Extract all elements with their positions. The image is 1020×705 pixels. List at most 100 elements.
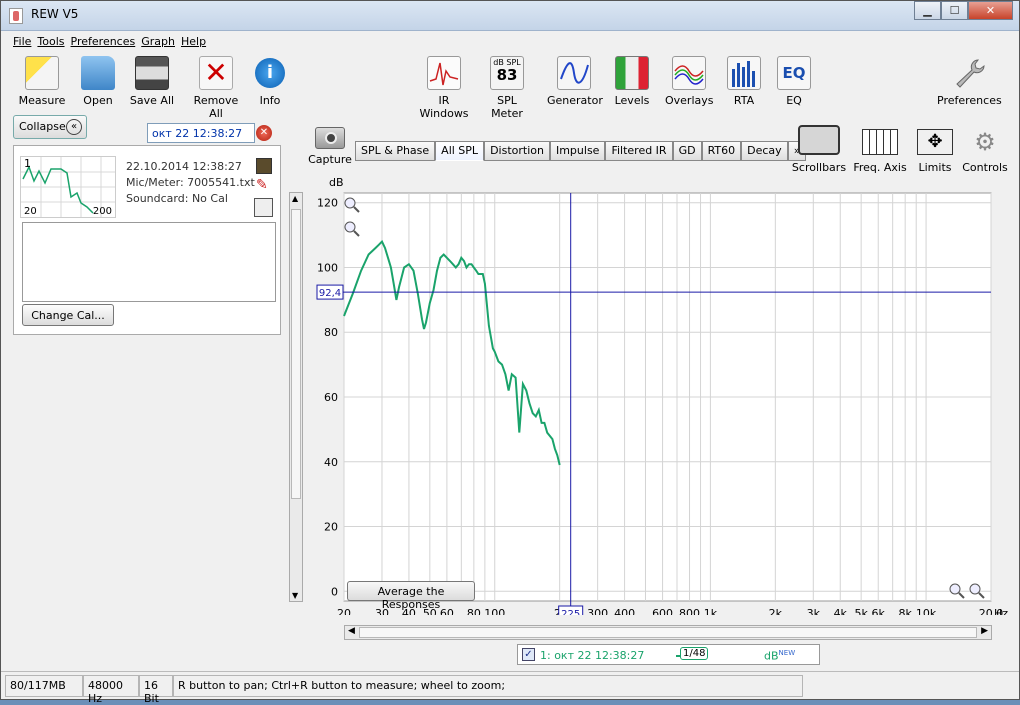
overlays-icon [672,56,706,90]
x-tick-label: 4k [834,607,848,615]
vertical-scroll-thumb[interactable] [291,209,301,499]
notes-textarea[interactable] [22,222,276,302]
scroll-left-icon[interactable]: ◀ [348,626,355,636]
x-tick-label: 3k [807,607,821,615]
measurement-thumbnail[interactable]: 1 20 200 [20,156,116,218]
y-tick-label: 120 [317,197,338,210]
menu-file[interactable]: File [13,35,31,48]
scroll-right-icon[interactable]: ▶ [981,626,988,636]
graph-tab-7[interactable]: Decay [741,141,788,161]
spl-meter-icon: dB SPL 83 [490,56,524,90]
legend-unit-sup: NEW [778,649,796,657]
capture-button[interactable]: Capture [307,127,353,166]
open-button[interactable]: Open [79,56,117,107]
measurement-card[interactable]: 1 20 200 22.10.2014 12:38:27 Mic/Meter: … [13,145,281,335]
thumbnail-x-end: 200 [92,206,112,217]
generator-label: Generator [547,94,603,107]
menu-tools[interactable]: Tools [37,35,64,48]
menu-preferences[interactable]: Preferences [71,35,136,48]
x-tick-label: 8k [898,607,912,615]
minimize-button[interactable]: ▁ [914,1,941,20]
info-button[interactable]: i Info [255,56,285,107]
graph-tab-5[interactable]: GD [672,141,702,161]
graph-tab-0[interactable]: SPL & Phase [355,141,436,161]
maximize-button[interactable]: ☐ [941,1,968,20]
scrollbars-label: Scrollbars [791,161,847,174]
scroll-up-icon[interactable]: ▲ [292,194,298,203]
status-hint: R button to pan; Ctrl+R button to measur… [173,675,803,697]
x-tick-label: 1k [704,607,718,615]
freq-axis-label: Freq. Axis [853,161,907,174]
levels-button[interactable]: Levels [613,56,651,107]
save-all-button[interactable]: Save All [129,56,175,107]
y-tick-label: 60 [324,391,338,404]
controls-button[interactable]: ⚙ Controls [961,125,1009,174]
spl-meter-button[interactable]: dB SPL 83 SPL Meter [481,56,533,120]
rta-icon [727,56,761,90]
generator-button[interactable]: Generator [547,56,603,107]
y-tick-label: 80 [324,326,338,339]
freq-axis-button[interactable]: Freq. Axis [851,125,909,174]
camera-icon [315,127,345,149]
rta-label: RTA [733,94,755,107]
remove-measurement-icon[interactable]: ✕ [256,125,272,141]
limits-button[interactable]: ✥ Limits [913,125,957,174]
measure-button[interactable]: Measure [17,56,67,107]
status-sample-rate: 48000 Hz [83,675,139,705]
graph-tab-2[interactable]: Distortion [484,141,550,161]
x-tick-label: 5k [854,607,868,615]
open-label: Open [83,94,113,107]
y-tick-label: 40 [324,456,338,469]
app-window: REW V5 ▁ ☐ ✕ File Tools Preferences Grap… [0,0,1020,705]
limits-label: Limits [918,161,952,174]
notes-icon[interactable] [254,198,273,217]
preferences-label: Preferences [937,94,1002,107]
menu-graph[interactable]: Graph [141,35,175,48]
graph-tab-6[interactable]: RT60 [701,141,742,161]
change-cal-button[interactable]: Change Cal... [22,304,114,326]
legend-entry[interactable]: 1: окт 22 12:38:27 [540,649,644,662]
y-tick-label: 20 [324,521,338,534]
smoothing-label[interactable]: 1/48 [680,647,709,660]
info-icon: i [255,58,285,88]
window-controls: ▁ ☐ ✕ [914,1,1013,20]
overlays-button[interactable]: Overlays [665,56,714,107]
x-tick-label: 100 [484,607,505,615]
close-window-button[interactable]: ✕ [968,1,1013,20]
spl-chart[interactable]: 020406080100120dB2030405060801002(300400… [301,175,1020,615]
eq-label: EQ [786,94,802,107]
levels-icon [615,56,649,90]
cursor-x-readout: 225 [561,609,580,615]
scroll-down-icon[interactable]: ▼ [292,591,298,600]
average-responses-button[interactable]: Average the Responses [347,581,475,611]
horizontal-scrollbar[interactable]: ◀ ▶ [344,625,992,640]
thumbnail-index: 1 [24,157,31,170]
x-tick-label: 20 [337,607,351,615]
legend-checkbox[interactable]: ✓ [522,648,535,661]
horizontal-scroll-thumb[interactable] [359,627,977,638]
measurement-date: 22.10.2014 12:38:27 [126,160,242,173]
graph-tab-1[interactable]: All SPL [435,141,485,161]
graph-tab-4[interactable]: Filtered IR [605,141,673,161]
scrollbars-button[interactable]: Scrollbars [791,125,847,174]
remove-all-button[interactable]: ✕ Remove All [187,56,245,120]
limits-icon: ✥ [917,129,953,155]
collapse-button[interactable]: Collapse « [13,115,87,139]
pencil-icon[interactable]: ✎ [256,178,272,194]
gear-icon: ⚙ [974,128,996,156]
x-tick-label: 2k [769,607,783,615]
edit-info-icon[interactable] [256,158,272,174]
ir-windows-button[interactable]: IR Windows [413,56,475,120]
x-tick-label: 6k [872,607,886,615]
eq-button[interactable]: EQ EQ [777,56,811,107]
measurement-name-field[interactable]: окт 22 12:38:27 [147,123,255,143]
menu-help[interactable]: Help [181,35,206,48]
graph-tab-3[interactable]: Impulse [549,141,606,161]
graph-tabs: SPL & Phase All SPL Distortion Impulse Filte… [355,141,807,161]
cursor-y-readout: 92,4 [319,288,341,299]
preferences-button[interactable]: Preferences [937,56,1002,107]
measure-label: Measure [18,94,66,107]
x-tick-label: 600 [652,607,673,615]
overlays-label: Overlays [665,94,714,107]
rta-button[interactable]: RTA [727,56,761,107]
